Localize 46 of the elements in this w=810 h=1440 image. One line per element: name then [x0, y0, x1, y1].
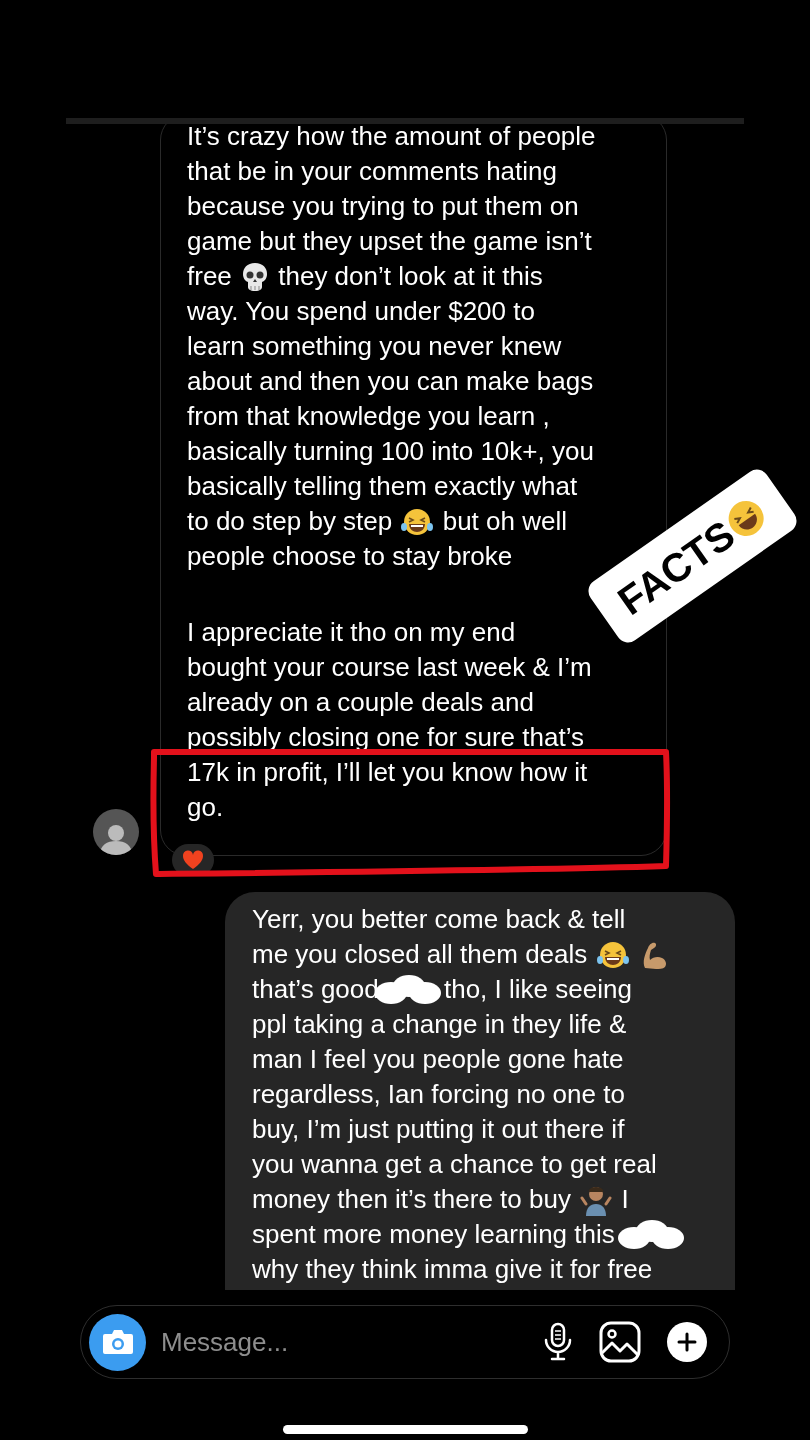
laughing-face-icon	[401, 506, 434, 537]
message-text: basically telling them exactly what	[187, 470, 578, 503]
message-text: I	[620, 1183, 629, 1216]
message-text: free	[187, 260, 233, 293]
message-text: from that knowledge you learn ,	[187, 400, 550, 433]
message-text: learn something you never knew	[187, 330, 562, 363]
message-text: basically turning 100 into 10k+, you	[187, 435, 594, 468]
message-text: people choose to stay broke	[187, 540, 513, 573]
message-text: why they think imma give it for free	[252, 1253, 653, 1286]
message-text: that be in your comments hating	[187, 155, 557, 188]
scribble-mark	[615, 1217, 686, 1252]
plus-icon	[677, 1332, 697, 1352]
message-text: but oh well	[441, 505, 567, 538]
message-text: that’s good	[252, 973, 379, 1006]
message-text: game but they upset the game isn’t	[187, 225, 592, 258]
gallery-icon[interactable]	[599, 1321, 641, 1363]
message-text: spent more money learning this	[252, 1218, 616, 1251]
microphone-icon[interactable]	[543, 1322, 573, 1362]
message-text: to do step by step	[187, 505, 394, 538]
message-text: I appreciate it tho on my end	[187, 616, 516, 649]
message-text: they don’t look at it this	[277, 260, 543, 293]
message-text: because you trying to put them on	[187, 190, 579, 223]
skull-icon	[241, 261, 270, 292]
message-text: 17k in profit, I’ll let you know how it	[187, 756, 588, 789]
message-text: ppl taking a change in they life &	[252, 1008, 627, 1041]
message-text: me you closed all them deals	[252, 938, 589, 971]
message-text: buy, I’m just putting it out there if	[252, 1113, 625, 1146]
message-text: It’s crazy how the amount of people	[187, 124, 596, 153]
message-text: you wanna get a chance to get real	[252, 1148, 657, 1181]
message-text: go.	[187, 791, 224, 824]
avatar[interactable]	[93, 809, 139, 855]
add-button[interactable]	[667, 1322, 707, 1362]
message-text: man I feel you people gone hate	[252, 1043, 624, 1076]
message-text: regardless, Ian forcing no one to	[252, 1078, 625, 1111]
message-text: already on a couple deals and	[187, 686, 534, 719]
message-text: tho, I like seeing	[442, 973, 632, 1006]
laughing-face-icon	[596, 939, 629, 970]
message-text: bought your course last week & I’m	[187, 651, 592, 684]
message-text: about and then you can make bags	[187, 365, 594, 398]
message-input[interactable]: Message...	[161, 1322, 543, 1362]
camera-button[interactable]	[89, 1313, 146, 1371]
message-text: money then it’s there to buy	[252, 1183, 572, 1216]
message-text: possibly closing one for sure that’s	[187, 721, 584, 754]
message-text: way. You spend under $200 to	[187, 295, 535, 328]
message-text: Yerr, you better come back & tell	[252, 903, 626, 936]
camera-icon	[101, 1329, 134, 1355]
